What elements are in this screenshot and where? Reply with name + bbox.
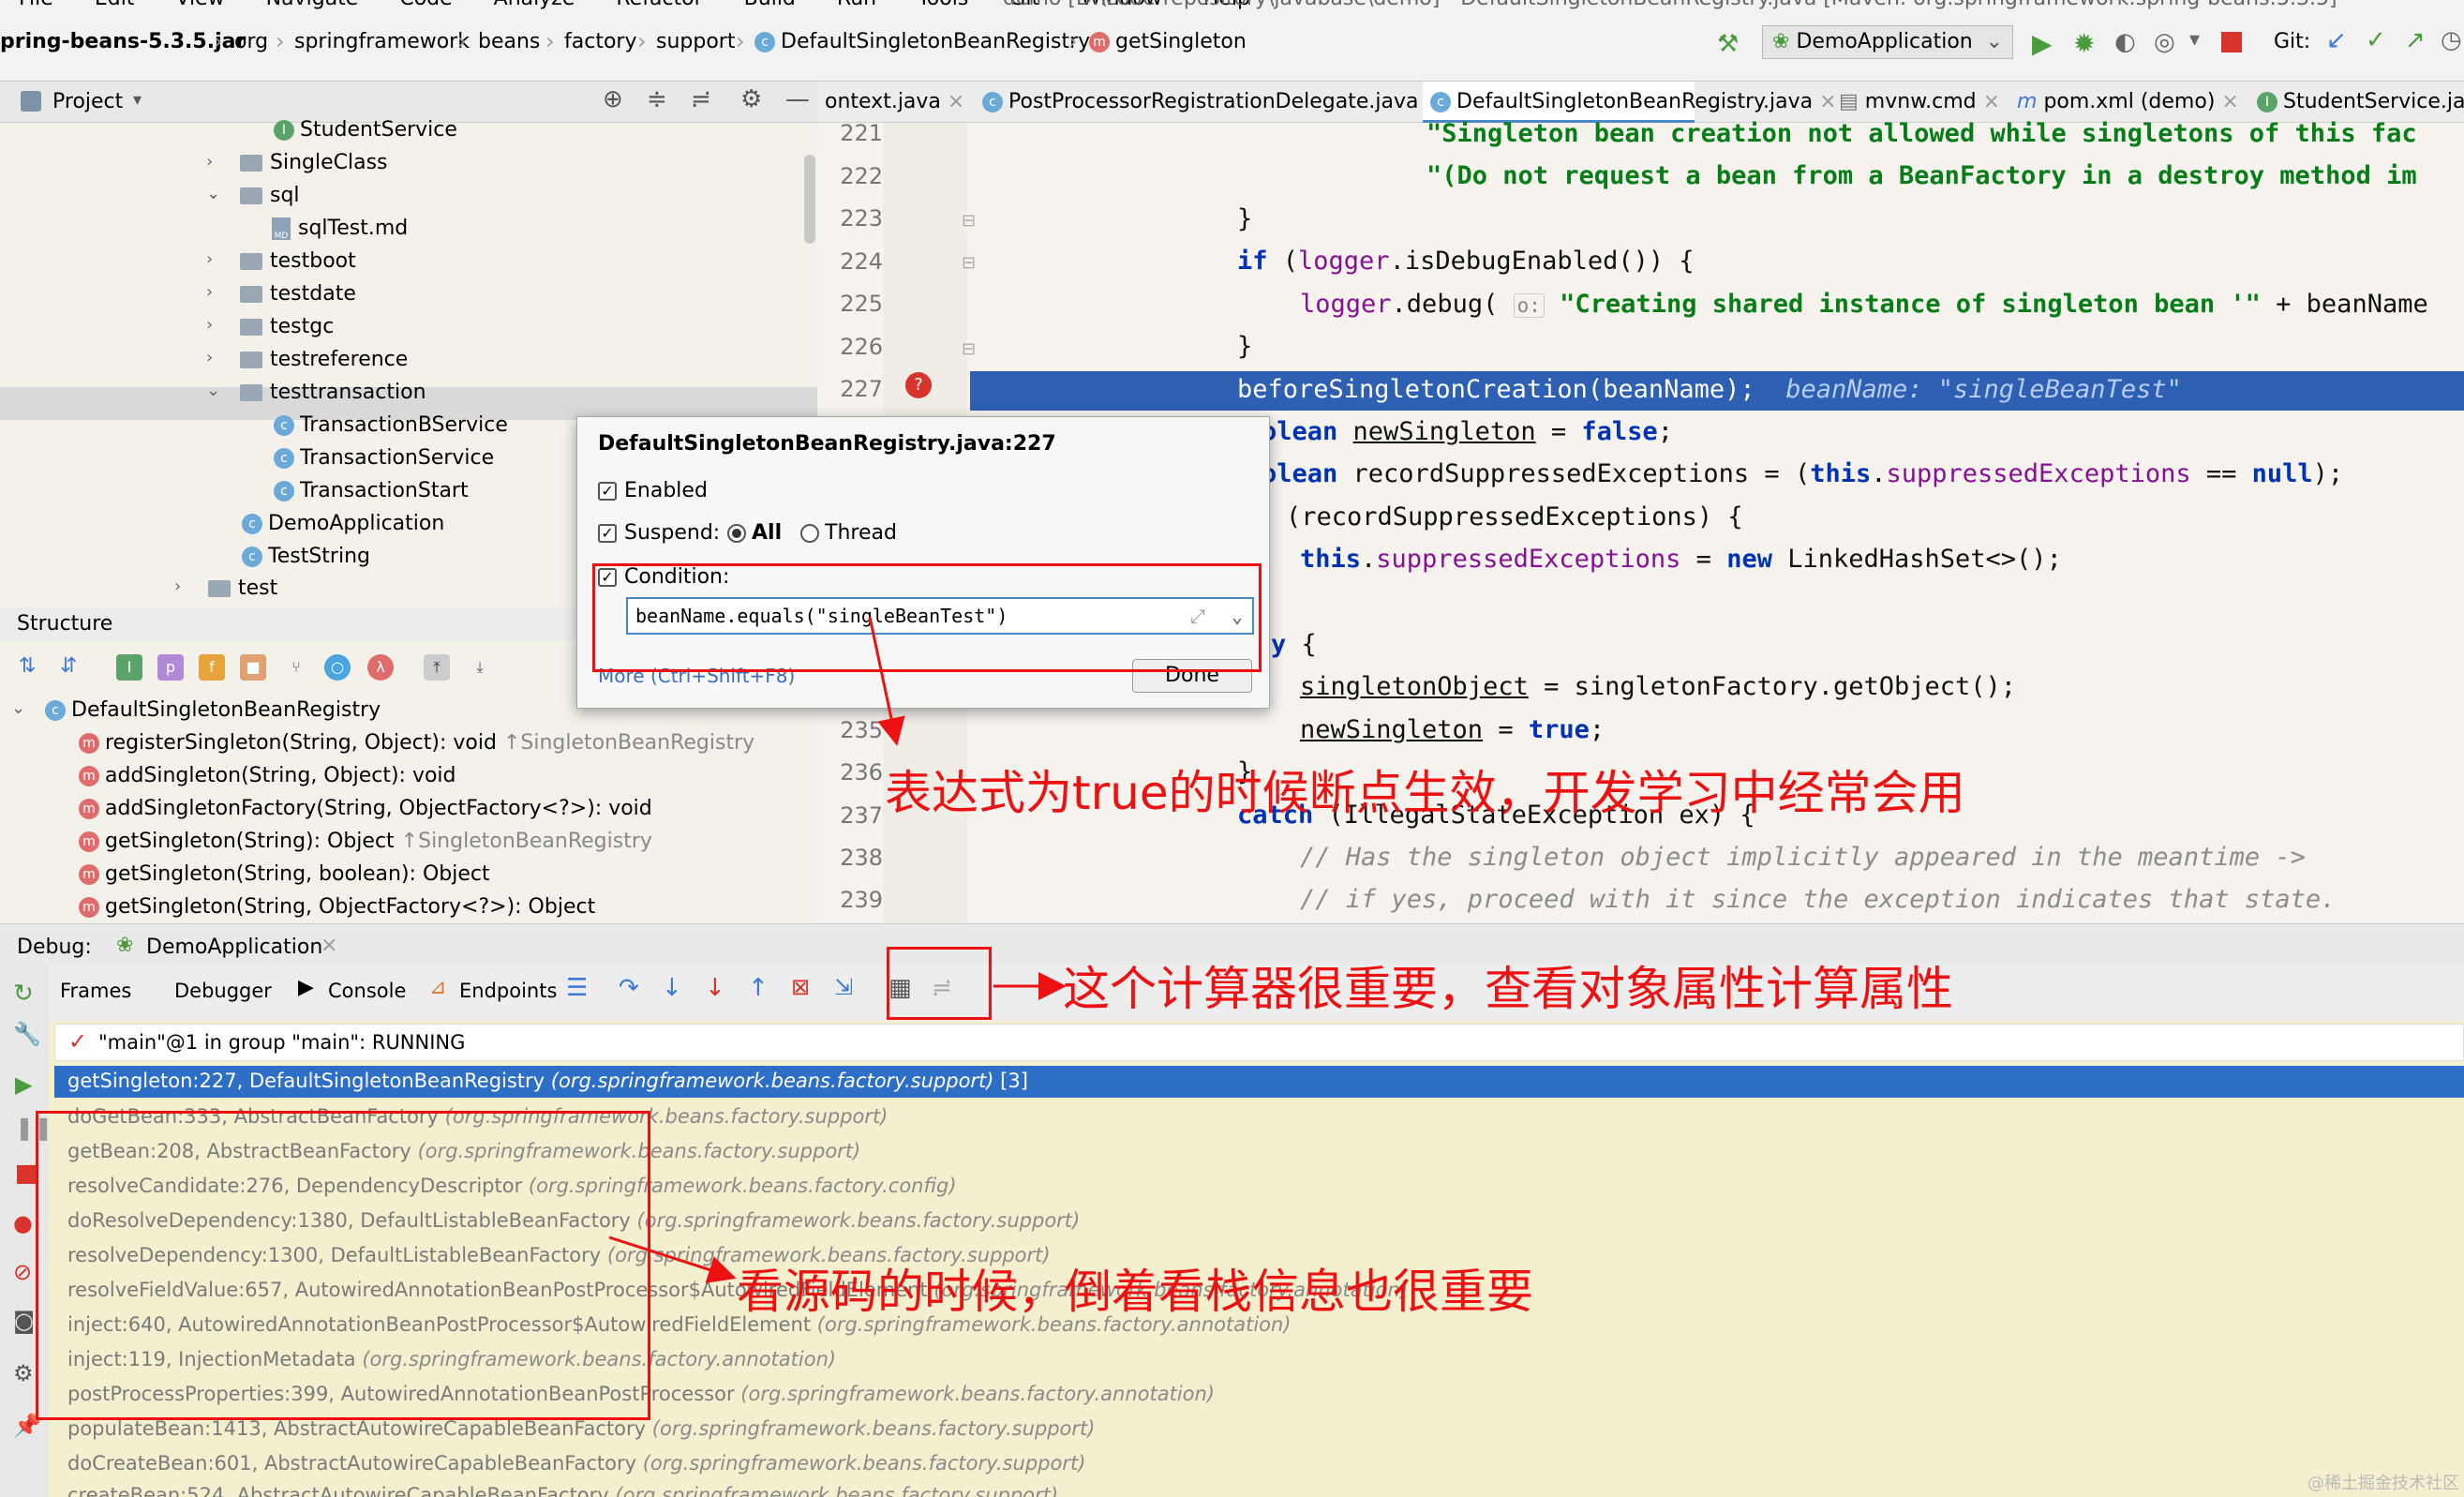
annotation-stack-note: 看源码的时候，倒着看栈信息也很重要 xyxy=(737,1265,1533,1319)
watermark: @稀土掘金技术社区 xyxy=(2307,1474,2459,1493)
annotation-condition-note: 表达式为true的时候断点生效，开发学习中经常会用 xyxy=(885,766,1965,820)
arrow-condition xyxy=(868,616,905,746)
annotation-evaluator-note: 这个计算器很重要，查看对象属性计算属性 xyxy=(1063,962,1953,1016)
arrow-stack xyxy=(608,1235,737,1283)
